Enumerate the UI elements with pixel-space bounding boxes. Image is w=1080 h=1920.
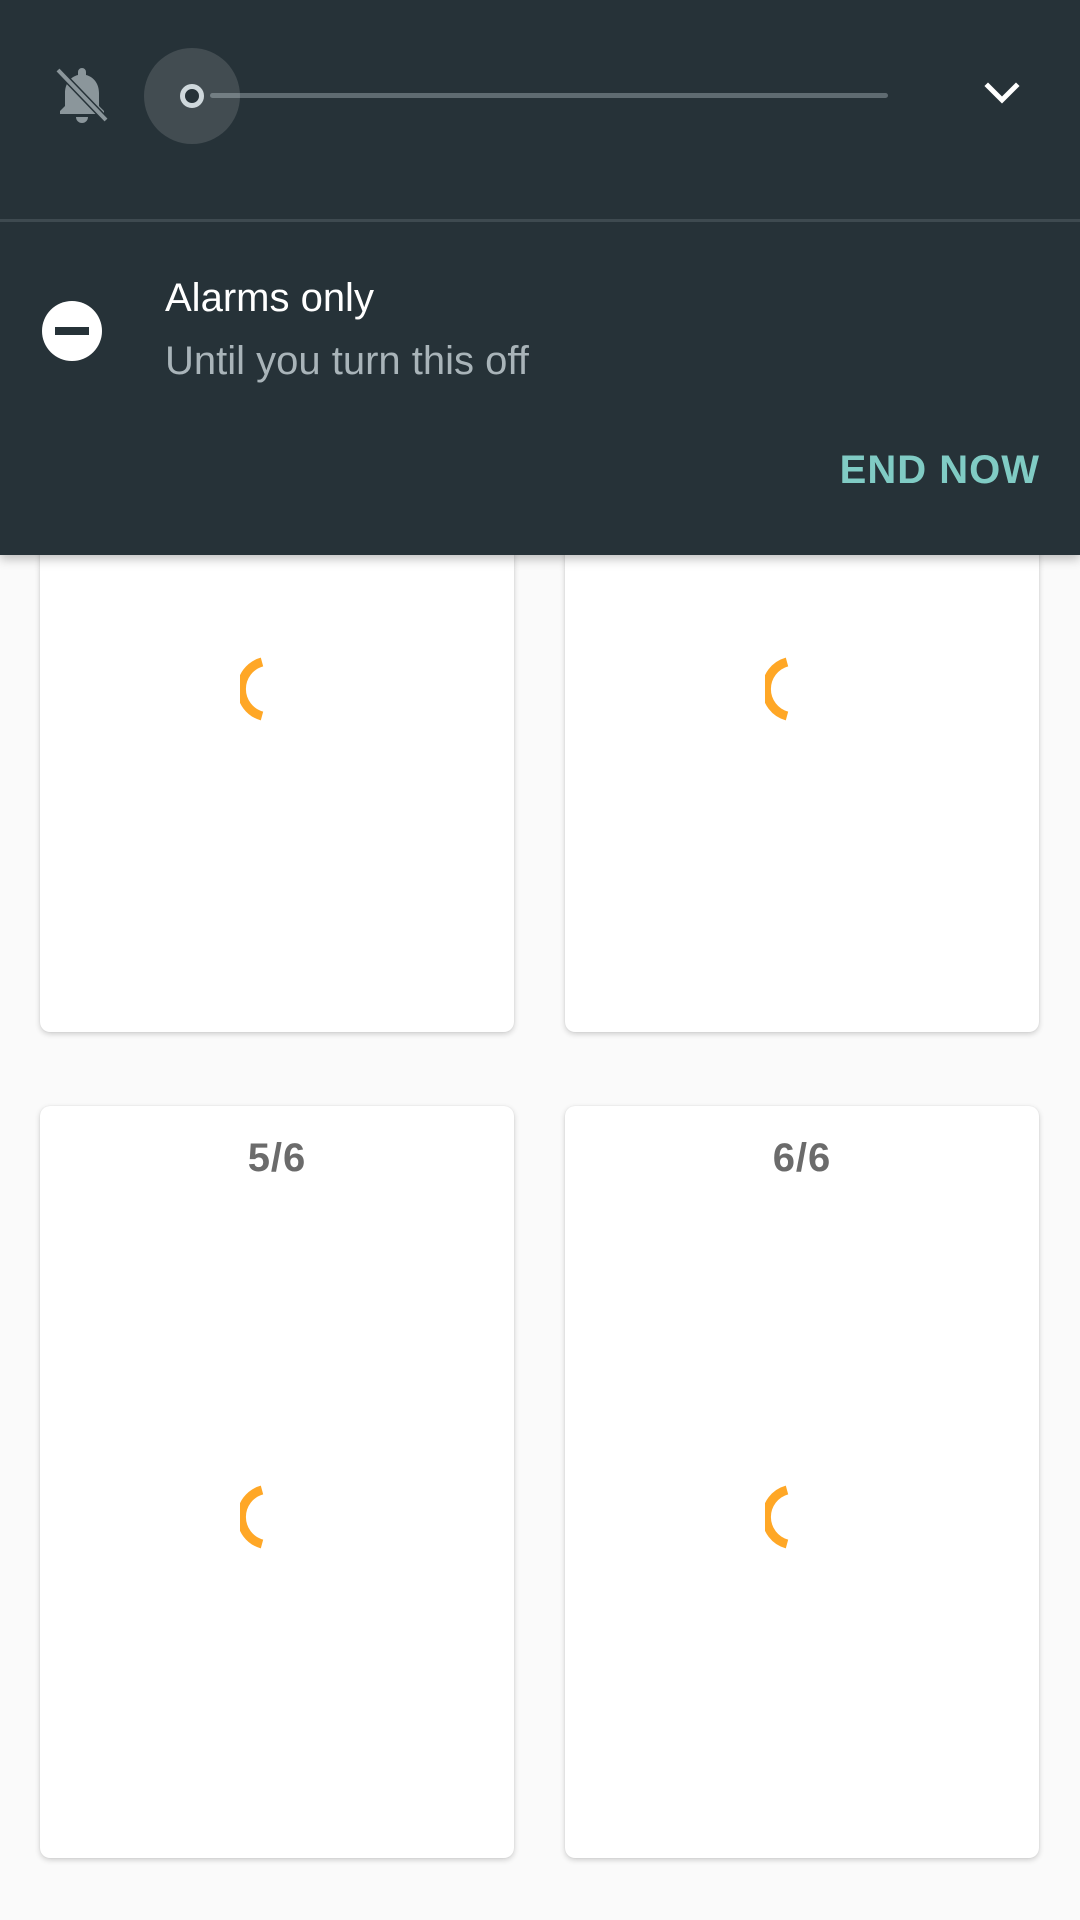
chevron-down-icon[interactable] [980,72,1024,116]
screen: 5/6 6/6 Alarms only Until you turn this … [0,0,1080,1920]
volume-dnd-panel: Alarms only Until you turn this off END … [0,0,1080,555]
bell-off-icon[interactable] [50,62,114,126]
panel-divider [0,219,1080,222]
loading-spinner-icon [240,657,264,721]
page-thumbnail-card-3[interactable] [40,530,514,1032]
ringer-volume-row [0,0,1080,220]
page-thumbnail-card-5[interactable]: 5/6 [40,1106,514,1858]
dnd-mode-subtitle: Until you turn this off [165,339,529,383]
end-now-button[interactable]: END NOW [800,440,1040,500]
page-thumbnail-card-6[interactable]: 6/6 [565,1106,1039,1858]
card-page-label: 5/6 [247,1136,307,1180]
do-not-disturb-icon [42,301,102,361]
loading-spinner-icon [765,1485,789,1549]
dnd-mode-title: Alarms only [165,276,374,320]
loading-spinner-icon [240,1485,264,1549]
volume-slider-track[interactable] [210,93,888,98]
volume-slider-thumb[interactable] [180,84,204,108]
card-page-label: 6/6 [772,1136,832,1180]
loading-spinner-icon [765,657,789,721]
page-thumbnail-card-4[interactable] [565,530,1039,1032]
